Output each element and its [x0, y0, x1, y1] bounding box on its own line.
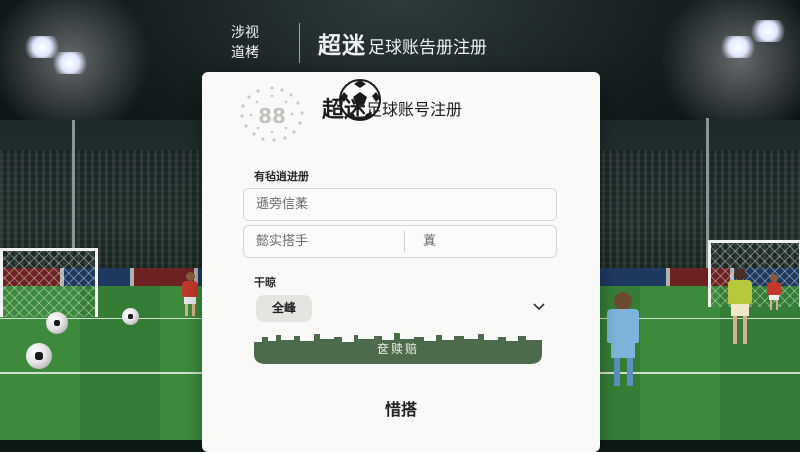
goal-right — [708, 240, 800, 307]
card-title: 超迷 足球账号注册 — [322, 79, 463, 124]
region-select-value[interactable]: 全峰 — [256, 295, 312, 322]
section-label-region: 干晾 — [254, 276, 276, 289]
chevron-down-icon[interactable] — [531, 298, 547, 314]
card-title-big: 超迷 — [322, 98, 367, 123]
secondary-field[interactable] — [405, 226, 556, 257]
submit-button[interactable]: 奁赎赔 — [254, 330, 542, 364]
section-label-account: 有毡逍进册 — [254, 170, 309, 183]
dotted-circle-logo: 88 — [240, 86, 304, 142]
name-field[interactable] — [244, 226, 404, 257]
header-title-small: 足球账告册注册 — [368, 38, 487, 58]
soccer-ball-icon — [122, 308, 139, 325]
light-pole-left — [72, 120, 75, 250]
submit-button-label: 奁赎赔 — [376, 342, 419, 356]
player-red-far — [766, 274, 782, 312]
account-input[interactable] — [244, 189, 556, 220]
soccer-ball-icon — [26, 343, 52, 369]
header-title: 超迷 足球账告册注册 — [318, 26, 487, 60]
registration-card: 88 超迷 足球账号注册 有毡逍进册 干晾 全峰 — [202, 72, 600, 452]
login-link[interactable]: 惜搭 — [202, 396, 600, 420]
goal-left — [0, 248, 98, 317]
floodlight-left-2 — [50, 52, 90, 74]
brand-line-1: 涉视 — [231, 25, 259, 41]
account-field[interactable] — [243, 188, 557, 221]
brand[interactable]: 涉视 道栲 — [215, 23, 291, 63]
soccer-ball-icon — [46, 312, 68, 334]
player-blue — [603, 292, 643, 392]
header-divider — [299, 23, 300, 63]
name-row — [243, 225, 557, 258]
floodlight-right-2 — [748, 20, 788, 42]
player-green — [726, 268, 754, 348]
secondary-input[interactable] — [405, 226, 556, 257]
card-title-small: 足球账号注册 — [366, 100, 463, 119]
name-input[interactable] — [244, 226, 404, 257]
header-title-big: 超迷 — [318, 33, 366, 59]
region-select[interactable]: 全峰 — [243, 295, 557, 325]
player-red — [180, 272, 200, 318]
brand-line-2: 道栲 — [231, 45, 259, 61]
site-header: 涉视 道栲 超迷 足球账告册注册 — [215, 18, 487, 68]
svg-text:88: 88 — [258, 104, 286, 128]
